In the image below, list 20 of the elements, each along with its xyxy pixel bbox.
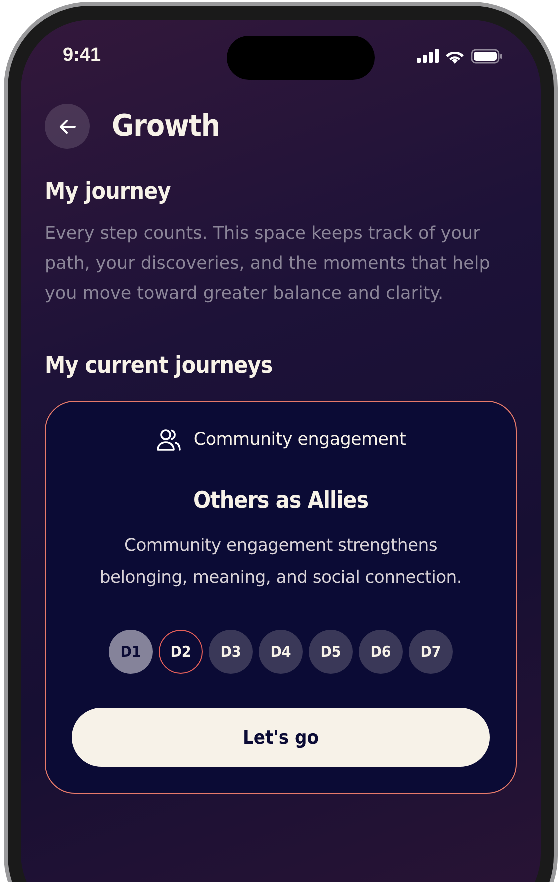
journey-description: Community engagement strengthens belonging, meaning, and social connection. — [98, 535, 464, 590]
day-button[interactable]: D1 — [109, 630, 153, 674]
section-title: My journey — [45, 179, 172, 205]
category-label: Community engagement — [194, 430, 406, 450]
day-button[interactable]: D2 — [159, 630, 203, 674]
lets-go-button[interactable]: Let's go — [72, 708, 490, 767]
journey-title: Others as Allies — [193, 488, 369, 514]
day-button[interactable]: D7 — [409, 630, 453, 674]
battery-icon — [471, 48, 503, 64]
day-button[interactable]: D6 — [359, 630, 403, 674]
day-button[interactable]: D4 — [259, 630, 303, 674]
people-icon — [156, 428, 182, 452]
day-button[interactable]: D5 — [309, 630, 353, 674]
section-title: My current journeys — [45, 353, 274, 379]
intro-text: Every step counts. This space keeps track of your path, your discoveries, and the moments that help you move toward greater balance and clarity. — [45, 223, 492, 306]
signal-icon — [417, 49, 439, 63]
day-button[interactable]: D3 — [209, 630, 253, 674]
page-title: Growth — [112, 109, 220, 144]
status-time: 9:41 — [63, 45, 102, 67]
back-button[interactable] — [45, 104, 90, 149]
